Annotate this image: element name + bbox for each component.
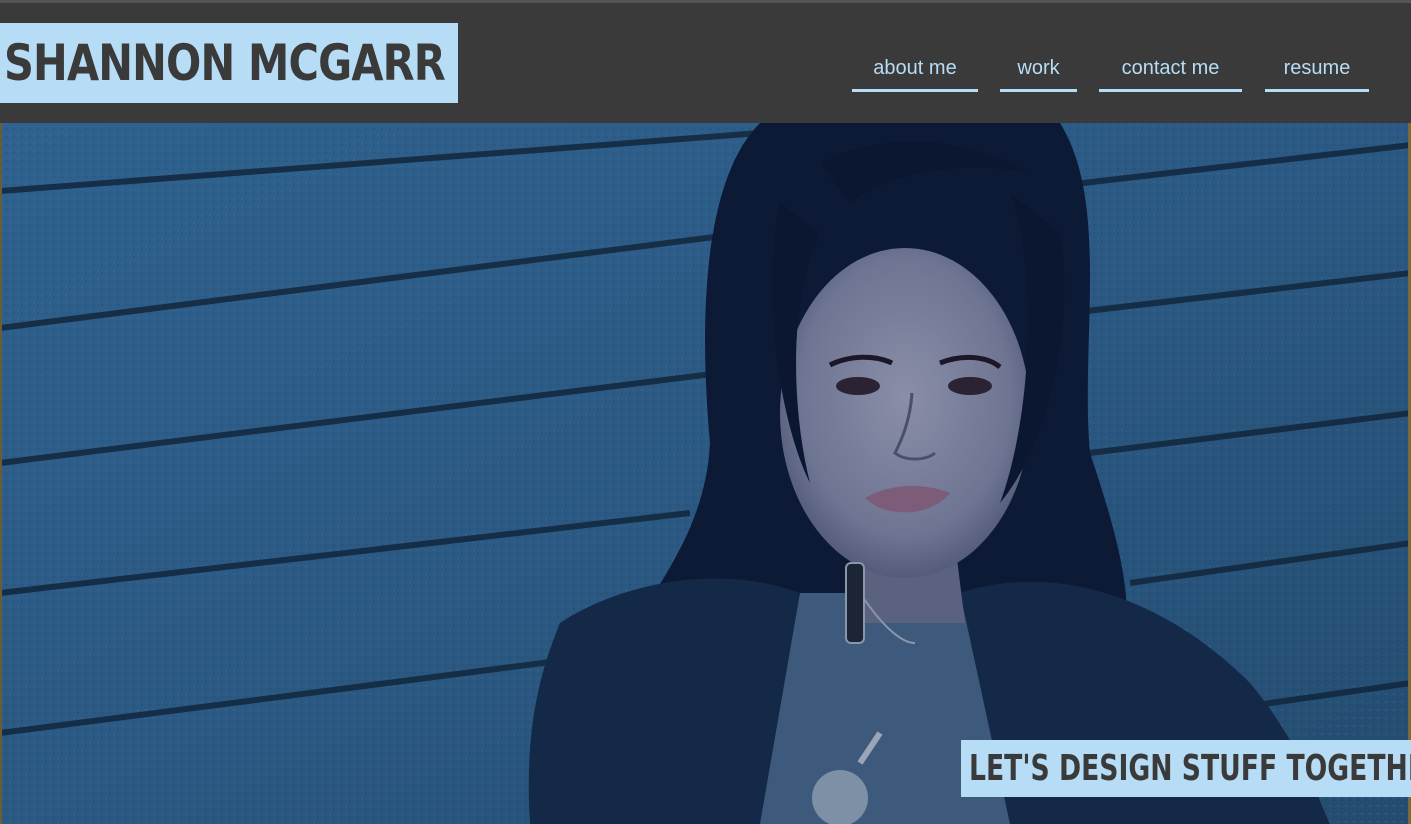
tagline-banner: LET'S DESIGN STUFF TOGETHER! [961,740,1411,797]
logo[interactable]: SHANNON MCGARR [0,23,458,103]
site-header: SHANNON MCGARR about me work contact me … [0,3,1411,123]
hero-section: LET'S DESIGN STUFF TOGETHER! [0,123,1411,824]
portrait-photo-icon [0,123,1411,824]
nav-contact-me[interactable]: contact me [1099,51,1242,92]
hero-left-border [0,123,2,824]
nav-resume[interactable]: resume [1265,51,1369,92]
nav-work[interactable]: work [1000,51,1077,92]
page: SHANNON MCGARR about me work contact me … [0,0,1411,824]
logo-text: SHANNON MCGARR [4,34,446,92]
nav-about-me[interactable]: about me [852,51,978,92]
tagline-text: LET'S DESIGN STUFF TOGETHER! [969,747,1411,789]
